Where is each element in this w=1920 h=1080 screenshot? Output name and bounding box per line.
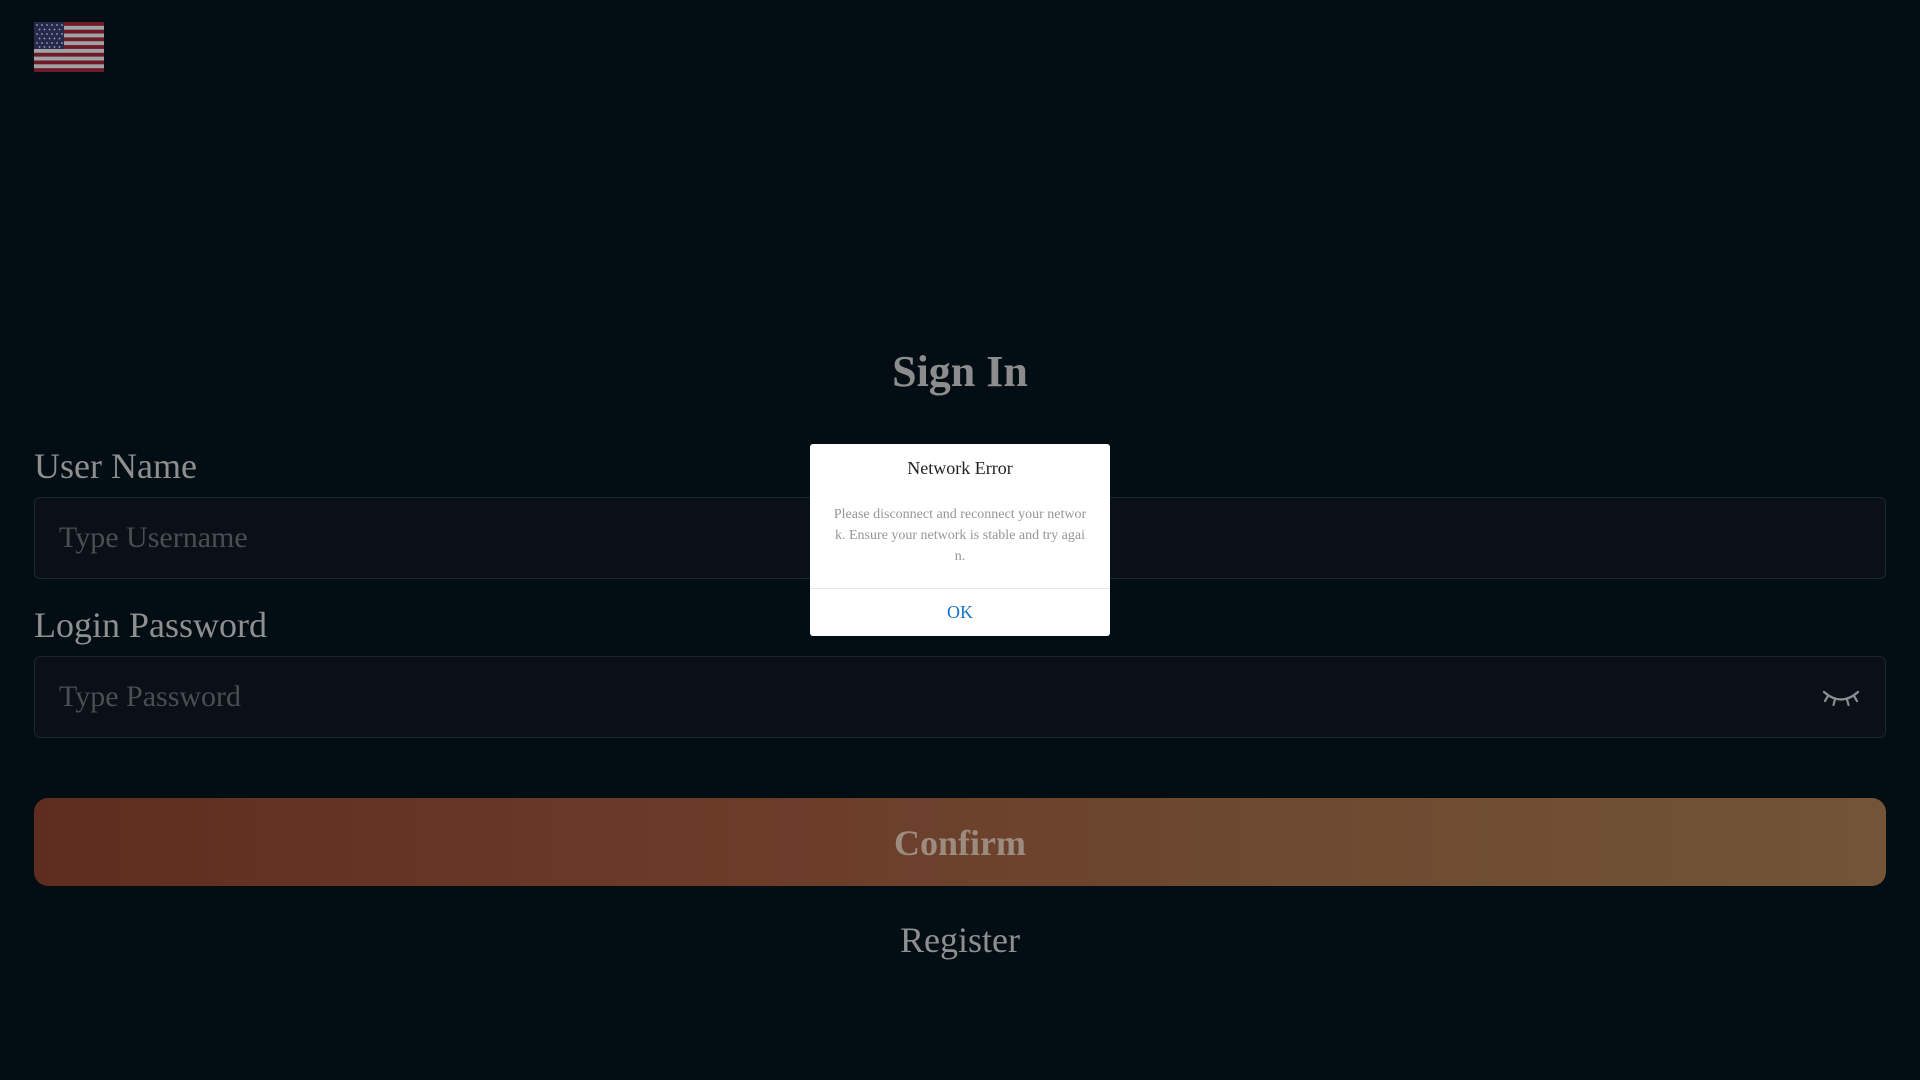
register-link[interactable]: Register (0, 916, 1920, 964)
us-flag-icon[interactable] (34, 22, 104, 72)
dialog-message: Please disconnect and reconnect your net… (833, 507, 1087, 564)
password-field-container (34, 656, 1886, 738)
dialog-title: Network Error (907, 458, 1013, 478)
username-label: User Name (34, 446, 197, 486)
confirm-button[interactable]: Confirm (34, 798, 1886, 886)
sign-in-page: Sign In User Name Login Password Confirm… (0, 0, 1920, 1080)
network-error-dialog: Network Error Please disconnect and reco… (810, 444, 1110, 636)
password-label: Login Password (34, 605, 267, 645)
eye-closed-icon[interactable] (1821, 681, 1861, 713)
page-title: Sign In (892, 347, 1028, 396)
password-input[interactable] (59, 657, 1779, 737)
dialog-ok-button[interactable]: OK (810, 589, 1110, 636)
